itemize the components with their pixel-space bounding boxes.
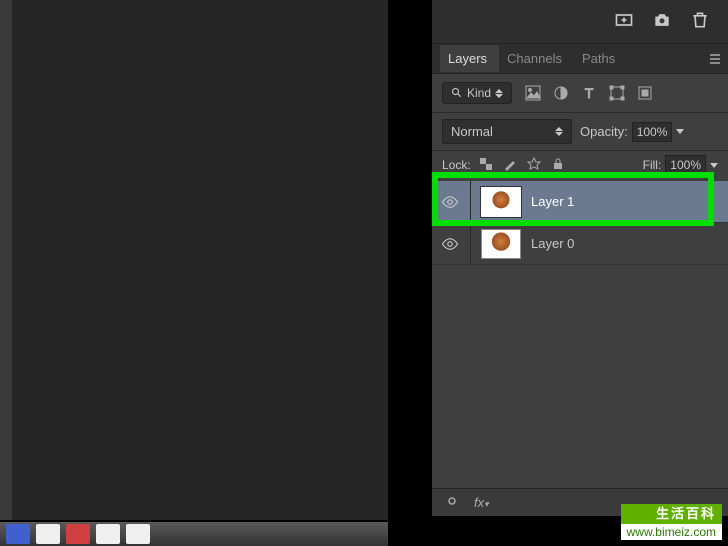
canvas-area[interactable] bbox=[0, 0, 388, 520]
svg-text:T: T bbox=[585, 85, 594, 101]
layer-list: Layer 1 Layer 0 bbox=[432, 181, 728, 265]
lock-label: Lock: bbox=[442, 158, 471, 172]
tab-channels[interactable]: Channels bbox=[499, 45, 574, 72]
taskbar-app-icon[interactable] bbox=[36, 524, 60, 544]
visibility-icon[interactable] bbox=[440, 193, 460, 211]
chevron-down-icon[interactable] bbox=[676, 129, 684, 134]
taskbar-app-icon[interactable] bbox=[6, 524, 30, 544]
tab-layers[interactable]: Layers bbox=[440, 45, 499, 72]
filter-smartobject-icon[interactable] bbox=[636, 84, 654, 102]
lock-position-icon[interactable] bbox=[527, 157, 541, 174]
panel-gap bbox=[388, 0, 432, 546]
kind-filter-label: Kind bbox=[467, 86, 491, 100]
lock-pixels-icon[interactable] bbox=[503, 157, 517, 174]
lock-row: Lock: Fill: 100% bbox=[432, 151, 728, 181]
lock-icons bbox=[479, 157, 565, 174]
watermark-title: 生活百科 bbox=[621, 504, 722, 524]
layer-name-label[interactable]: Layer 1 bbox=[531, 194, 574, 209]
trash-icon[interactable] bbox=[690, 10, 710, 33]
blend-mode-dropdown[interactable]: Normal bbox=[442, 119, 572, 144]
os-taskbar bbox=[0, 522, 388, 546]
link-layers-icon[interactable] bbox=[444, 493, 460, 512]
opacity-value[interactable]: 100% bbox=[632, 122, 673, 142]
fill-value[interactable]: 100% bbox=[665, 155, 706, 175]
filter-adjustment-icon[interactable] bbox=[552, 84, 570, 102]
filter-pixel-icon[interactable] bbox=[524, 84, 542, 102]
updown-icon bbox=[495, 89, 503, 98]
camera-icon[interactable] bbox=[652, 10, 672, 33]
filter-type-icon[interactable]: T bbox=[580, 84, 598, 102]
divider bbox=[470, 181, 471, 223]
filter-shape-icon[interactable] bbox=[608, 84, 626, 102]
panel-tabs: Layers Channels Paths bbox=[432, 44, 728, 74]
fx-icon[interactable]: fx▾ bbox=[474, 495, 489, 510]
taskbar-app-icon[interactable] bbox=[96, 524, 120, 544]
filter-type-icons: T bbox=[524, 84, 654, 102]
layer-row-layer0[interactable]: Layer 0 bbox=[432, 223, 728, 265]
kind-filter-dropdown[interactable]: Kind bbox=[442, 82, 512, 104]
taskbar-app-icon[interactable] bbox=[66, 524, 90, 544]
lock-transparent-icon[interactable] bbox=[479, 157, 493, 174]
panel-menu-icon[interactable] bbox=[708, 52, 722, 69]
divider bbox=[470, 223, 471, 265]
watermark: 生活百科 www.bimeiz.com bbox=[621, 504, 722, 540]
panel-toolbar bbox=[432, 0, 728, 44]
taskbar-app-icon[interactable] bbox=[126, 524, 150, 544]
layer-thumbnail[interactable] bbox=[481, 187, 521, 217]
blend-mode-value: Normal bbox=[451, 124, 493, 139]
opacity-group: Opacity: 100% bbox=[580, 122, 684, 142]
watermark-url: www.bimeiz.com bbox=[621, 524, 722, 540]
fill-label: Fill: bbox=[643, 158, 662, 172]
layer-name-label[interactable]: Layer 0 bbox=[531, 236, 574, 251]
lock-all-icon[interactable] bbox=[551, 157, 565, 174]
chevron-down-icon[interactable] bbox=[710, 163, 718, 168]
opacity-label: Opacity: bbox=[580, 124, 628, 139]
updown-icon bbox=[555, 127, 563, 136]
filter-row: Kind T bbox=[432, 74, 728, 113]
tab-paths[interactable]: Paths bbox=[574, 45, 627, 72]
layers-panel: Layers Channels Paths Kind T Normal Opac… bbox=[432, 0, 728, 516]
layer-thumbnail[interactable] bbox=[481, 229, 521, 259]
fill-group: Fill: 100% bbox=[643, 155, 718, 175]
new-adjustment-icon[interactable] bbox=[614, 10, 634, 33]
visibility-icon[interactable] bbox=[440, 235, 460, 253]
blend-row: Normal Opacity: 100% bbox=[432, 113, 728, 151]
layer-row-layer1[interactable]: Layer 1 bbox=[432, 181, 728, 223]
